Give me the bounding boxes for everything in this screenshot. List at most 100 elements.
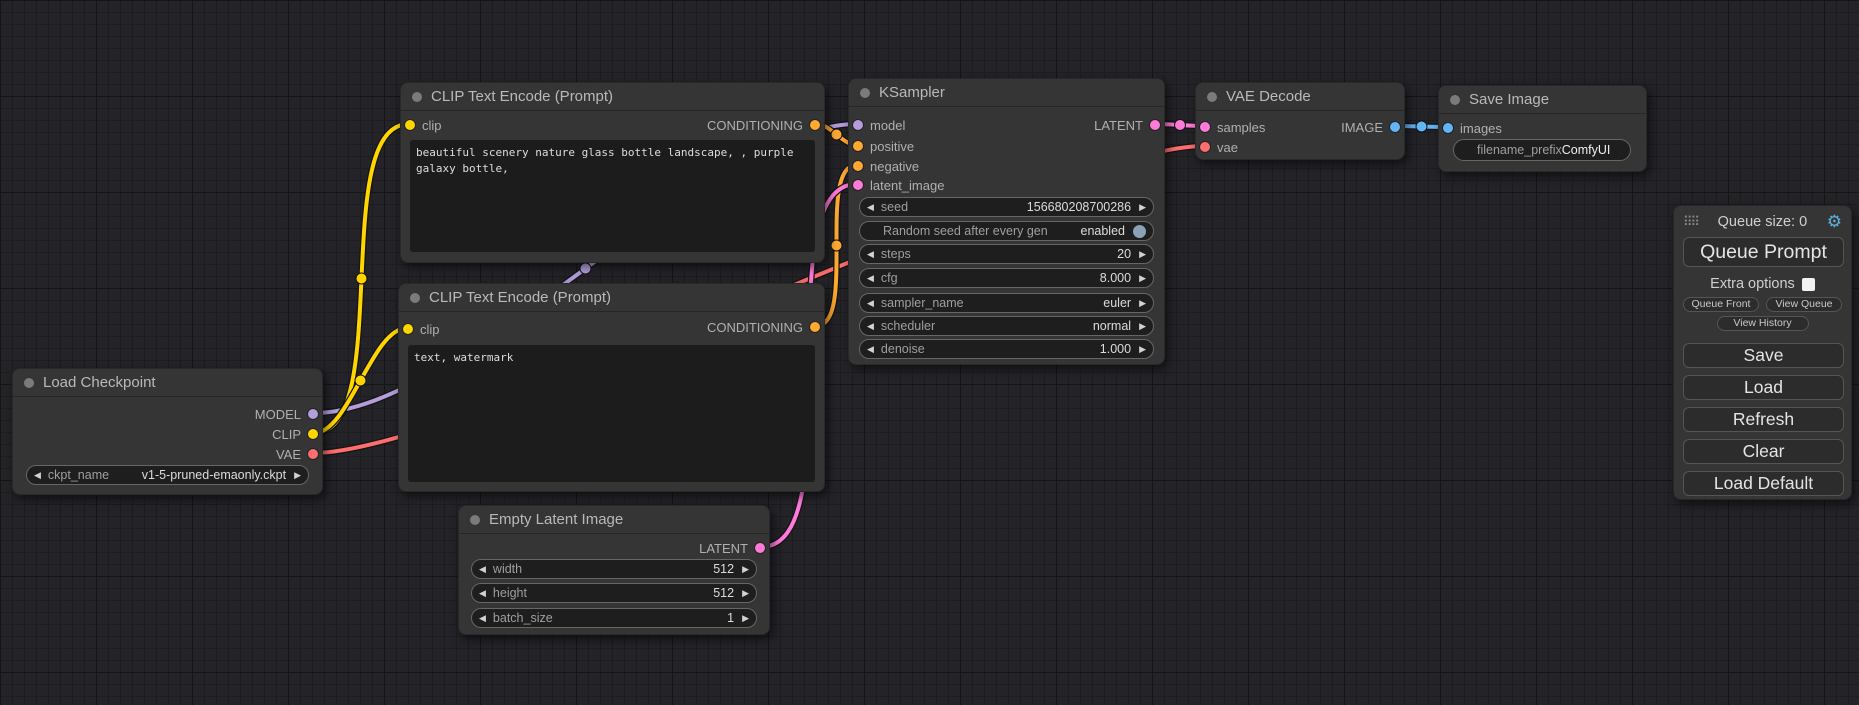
input-port-vae[interactable]: vae bbox=[1200, 137, 1238, 157]
node-ksampler[interactable]: KSampler model LATENT positive negative … bbox=[848, 78, 1165, 365]
input-port-latent-image[interactable]: latent_image bbox=[853, 175, 944, 195]
widget-filename-prefix[interactable]: filename_prefix ComfyUI bbox=[1453, 139, 1631, 161]
widget-scheduler[interactable]: ◀ scheduler normal ▶ bbox=[859, 316, 1154, 336]
widget-random-seed-toggle[interactable]: Random seed after every gen enabled bbox=[859, 221, 1154, 241]
node-title-bar[interactable]: CLIP Text Encode (Prompt) bbox=[401, 83, 824, 111]
vae-port-icon[interactable] bbox=[308, 449, 318, 459]
collapse-dot-icon[interactable] bbox=[470, 515, 480, 525]
collapse-dot-icon[interactable] bbox=[412, 92, 422, 102]
decrement-icon[interactable]: ◀ bbox=[867, 250, 874, 259]
input-port-clip[interactable]: clip bbox=[403, 319, 440, 339]
clip-port-icon[interactable] bbox=[308, 429, 318, 439]
latent-port-icon[interactable] bbox=[853, 180, 863, 190]
clip-port-icon[interactable] bbox=[403, 324, 413, 334]
increment-icon[interactable]: ▶ bbox=[742, 565, 749, 574]
node-title-bar[interactable]: Load Checkpoint bbox=[13, 369, 322, 397]
model-port-icon[interactable] bbox=[853, 120, 863, 130]
widget-height[interactable]: ◀ height 512 ▶ bbox=[471, 583, 757, 603]
queue-front-button[interactable]: Queue Front bbox=[1683, 297, 1759, 312]
view-queue-button[interactable]: View Queue bbox=[1766, 297, 1842, 312]
drag-handle-icon[interactable]: ⠿⠿ bbox=[1683, 214, 1698, 230]
load-default-button[interactable]: Load Default bbox=[1683, 471, 1844, 496]
load-button[interactable]: Load bbox=[1683, 375, 1844, 400]
model-port-icon[interactable] bbox=[308, 409, 318, 419]
image-port-icon[interactable] bbox=[1390, 122, 1400, 132]
node-load-checkpoint[interactable]: Load Checkpoint MODEL CLIP VAE ◀ ckpt_na… bbox=[12, 368, 323, 495]
increment-icon[interactable]: ▶ bbox=[1139, 250, 1146, 259]
output-port-latent[interactable]: LATENT bbox=[1094, 115, 1160, 135]
conditioning-port-icon[interactable] bbox=[810, 322, 820, 332]
latent-port-icon[interactable] bbox=[1200, 122, 1210, 132]
node-save-image[interactable]: Save Image images filename_prefix ComfyU… bbox=[1438, 85, 1647, 172]
gear-icon[interactable]: ⚙ bbox=[1827, 213, 1842, 230]
input-port-positive[interactable]: positive bbox=[853, 136, 914, 156]
increment-icon[interactable]: ▶ bbox=[1139, 345, 1146, 354]
conditioning-port-icon[interactable] bbox=[853, 161, 863, 171]
collapse-dot-icon[interactable] bbox=[1207, 92, 1217, 102]
node-title-bar[interactable]: Save Image bbox=[1439, 86, 1646, 114]
decrement-icon[interactable]: ◀ bbox=[867, 274, 874, 283]
input-port-negative[interactable]: negative bbox=[853, 156, 919, 176]
decrement-icon[interactable]: ◀ bbox=[479, 565, 486, 574]
save-button[interactable]: Save bbox=[1683, 343, 1844, 368]
node-clip-text-encode-negative[interactable]: CLIP Text Encode (Prompt) clip CONDITION… bbox=[398, 283, 825, 492]
collapse-dot-icon[interactable] bbox=[24, 378, 34, 388]
vae-port-icon[interactable] bbox=[1200, 142, 1210, 152]
node-title-bar[interactable]: KSampler bbox=[849, 79, 1164, 107]
node-empty-latent-image[interactable]: Empty Latent Image LATENT ◀ width 512 ▶ … bbox=[458, 505, 770, 635]
decrement-icon[interactable]: ◀ bbox=[867, 299, 874, 308]
widget-width[interactable]: ◀ width 512 ▶ bbox=[471, 559, 757, 579]
clip-port-icon[interactable] bbox=[405, 120, 415, 130]
input-port-samples[interactable]: samples bbox=[1200, 117, 1265, 137]
toggle-icon[interactable] bbox=[1133, 225, 1146, 238]
prompt-textarea[interactable]: text, watermark bbox=[408, 345, 815, 482]
decrement-icon[interactable]: ◀ bbox=[479, 589, 486, 598]
widget-ckpt-name[interactable]: ◀ ckpt_name v1-5-pruned-emaonly.ckpt ▶ bbox=[26, 465, 309, 485]
output-port-conditioning[interactable]: CONDITIONING bbox=[707, 317, 820, 337]
node-title-bar[interactable]: Empty Latent Image bbox=[459, 506, 769, 534]
conditioning-port-icon[interactable] bbox=[810, 120, 820, 130]
widget-sampler-name[interactable]: ◀ sampler_name euler ▶ bbox=[859, 293, 1154, 313]
image-port-icon[interactable] bbox=[1443, 123, 1453, 133]
increment-icon[interactable]: ▶ bbox=[742, 614, 749, 623]
node-clip-text-encode-positive[interactable]: CLIP Text Encode (Prompt) clip CONDITION… bbox=[400, 82, 825, 263]
latent-port-icon[interactable] bbox=[755, 543, 765, 553]
decrement-icon[interactable]: ◀ bbox=[34, 471, 41, 480]
widget-denoise[interactable]: ◀ denoise 1.000 ▶ bbox=[859, 339, 1154, 359]
increment-icon[interactable]: ▶ bbox=[294, 471, 301, 480]
increment-icon[interactable]: ▶ bbox=[1139, 203, 1146, 212]
latent-port-icon[interactable] bbox=[1150, 120, 1160, 130]
output-port-clip[interactable]: CLIP bbox=[272, 424, 318, 444]
output-port-latent[interactable]: LATENT bbox=[699, 538, 765, 558]
widget-cfg[interactable]: ◀ cfg 8.000 ▶ bbox=[859, 268, 1154, 288]
prompt-textarea[interactable]: beautiful scenery nature glass bottle la… bbox=[410, 140, 815, 252]
queue-prompt-button[interactable]: Queue Prompt bbox=[1683, 237, 1844, 267]
conditioning-port-icon[interactable] bbox=[853, 141, 863, 151]
refresh-button[interactable]: Refresh bbox=[1683, 407, 1844, 432]
collapse-dot-icon[interactable] bbox=[1450, 95, 1460, 105]
collapse-dot-icon[interactable] bbox=[410, 293, 420, 303]
widget-batch-size[interactable]: ◀ batch_size 1 ▶ bbox=[471, 608, 757, 628]
output-port-model[interactable]: MODEL bbox=[255, 404, 318, 424]
decrement-icon[interactable]: ◀ bbox=[479, 614, 486, 623]
output-port-conditioning[interactable]: CONDITIONING bbox=[707, 115, 820, 135]
input-port-images[interactable]: images bbox=[1443, 118, 1502, 138]
node-title-bar[interactable]: CLIP Text Encode (Prompt) bbox=[399, 284, 824, 312]
input-port-model[interactable]: model bbox=[853, 115, 905, 135]
increment-icon[interactable]: ▶ bbox=[742, 589, 749, 598]
output-port-vae[interactable]: VAE bbox=[276, 444, 318, 464]
increment-icon[interactable]: ▶ bbox=[1139, 274, 1146, 283]
widget-seed[interactable]: ◀ seed 156680208700286 ▶ bbox=[859, 197, 1154, 217]
increment-icon[interactable]: ▶ bbox=[1139, 299, 1146, 308]
extra-options-checkbox[interactable] bbox=[1802, 278, 1815, 291]
widget-steps[interactable]: ◀ steps 20 ▶ bbox=[859, 244, 1154, 264]
input-port-clip[interactable]: clip bbox=[405, 115, 442, 135]
node-title-bar[interactable]: VAE Decode bbox=[1196, 83, 1404, 111]
node-vae-decode[interactable]: VAE Decode samples IMAGE vae bbox=[1195, 82, 1405, 160]
increment-icon[interactable]: ▶ bbox=[1139, 322, 1146, 331]
output-port-image[interactable]: IMAGE bbox=[1341, 117, 1400, 137]
decrement-icon[interactable]: ◀ bbox=[867, 203, 874, 212]
view-history-button[interactable]: View History bbox=[1717, 316, 1809, 331]
decrement-icon[interactable]: ◀ bbox=[867, 322, 874, 331]
collapse-dot-icon[interactable] bbox=[860, 88, 870, 98]
